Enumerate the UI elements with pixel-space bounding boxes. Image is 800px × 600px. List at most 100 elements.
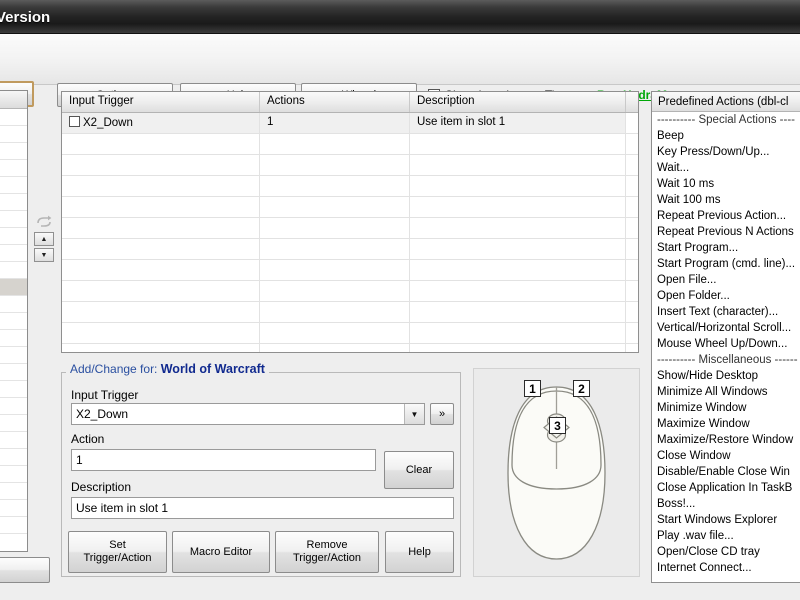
predefined-action-item[interactable]: Minimize Window: [652, 400, 800, 416]
predefined-action-item[interactable]: Beep: [652, 128, 800, 144]
predefined-action-item[interactable]: Disable/Enable Close Win: [652, 464, 800, 480]
cell-input-trigger[interactable]: [62, 197, 260, 217]
sidebar-scroll-controls[interactable]: ▲ ▼: [34, 212, 56, 274]
sidebar-item[interactable]: [0, 466, 27, 483]
predefined-action-item[interactable]: Open/Close CD tray: [652, 544, 800, 560]
cell-description[interactable]: [410, 218, 626, 238]
trigger-table[interactable]: Input Trigger Actions Description X2_Dow…: [61, 91, 639, 353]
table-row[interactable]: [62, 344, 638, 352]
row-checkbox-icon[interactable]: [69, 116, 80, 127]
column-header-actions[interactable]: Actions: [260, 92, 410, 112]
column-header-input-trigger[interactable]: Input Trigger: [62, 92, 260, 112]
cell-description[interactable]: [410, 155, 626, 175]
table-row[interactable]: [62, 302, 638, 323]
predefined-action-item[interactable]: Vertical/Horizontal Scroll...: [652, 320, 800, 336]
cell-actions[interactable]: 1: [260, 113, 410, 133]
sidebar-item[interactable]: [0, 126, 27, 143]
mouse-diagram-panel[interactable]: 1 2 3: [473, 368, 640, 577]
cell-input-trigger[interactable]: [62, 134, 260, 154]
predefined-action-item[interactable]: Maximize Window: [652, 416, 800, 432]
remove-trigger-action-button[interactable]: Remove Trigger/Action: [275, 531, 379, 573]
sidebar-item[interactable]: [0, 228, 27, 245]
predefined-action-item[interactable]: Show/Hide Desktop: [652, 368, 800, 384]
sidebar-item[interactable]: [0, 381, 27, 398]
predefined-action-item[interactable]: Mouse Wheel Up/Down...: [652, 336, 800, 352]
mouse-button-3-badge[interactable]: 3: [549, 417, 566, 434]
cell-actions[interactable]: [260, 260, 410, 280]
cell-description[interactable]: [410, 134, 626, 154]
input-trigger-expand-button[interactable]: »: [430, 403, 454, 425]
predefined-action-item[interactable]: Minimize All Windows: [652, 384, 800, 400]
predefined-action-separator[interactable]: ---------- Miscellaneous ------: [652, 352, 800, 368]
sidebar-item[interactable]: [0, 177, 27, 194]
input-trigger-value[interactable]: X2_Down: [72, 407, 404, 421]
clear-button[interactable]: Clear: [384, 451, 454, 489]
cell-input-trigger[interactable]: [62, 260, 260, 280]
predefined-action-item[interactable]: Close Window: [652, 448, 800, 464]
table-row[interactable]: [62, 323, 638, 344]
set-trigger-action-button[interactable]: Set Trigger/Action: [68, 531, 167, 573]
sidebar-item[interactable]: [0, 109, 27, 126]
cell-input-trigger[interactable]: [62, 281, 260, 301]
profiles-sidebar[interactable]: er. ft: [0, 90, 28, 552]
sidebar-scroll-up-button[interactable]: ▲: [34, 232, 54, 246]
cell-input-trigger[interactable]: [62, 218, 260, 238]
table-row[interactable]: [62, 155, 638, 176]
table-row[interactable]: [62, 260, 638, 281]
table-row[interactable]: [62, 218, 638, 239]
cell-actions[interactable]: [260, 281, 410, 301]
cell-input-trigger[interactable]: [62, 239, 260, 259]
description-input[interactable]: Use item in slot 1: [71, 497, 454, 519]
table-row[interactable]: [62, 239, 638, 260]
cell-input-trigger[interactable]: [62, 344, 260, 352]
sidebar-item[interactable]: [0, 296, 27, 313]
sidebar-item[interactable]: [0, 415, 27, 432]
table-row[interactable]: [62, 281, 638, 302]
predefined-actions-list[interactable]: Predefined Actions (dbl-cl ---------- Sp…: [651, 91, 800, 583]
sidebar-item[interactable]: .: [0, 160, 27, 177]
cell-description[interactable]: [410, 197, 626, 217]
chevron-down-icon[interactable]: ▼: [404, 404, 424, 424]
predefined-action-item[interactable]: Start Program...: [652, 240, 800, 256]
cell-actions[interactable]: [260, 323, 410, 343]
action-input[interactable]: 1: [71, 449, 376, 471]
predefined-action-item[interactable]: Repeat Previous N Actions: [652, 224, 800, 240]
form-help-button[interactable]: Help: [385, 531, 454, 573]
predefined-action-item[interactable]: Repeat Previous Action...: [652, 208, 800, 224]
predefined-action-item[interactable]: Open File...: [652, 272, 800, 288]
predefined-action-item[interactable]: Wait...: [652, 160, 800, 176]
predefined-action-item[interactable]: Wait 100 ms: [652, 192, 800, 208]
predefined-action-item[interactable]: Open Folder...: [652, 288, 800, 304]
cell-actions[interactable]: [260, 344, 410, 352]
column-header-extra[interactable]: [626, 92, 638, 112]
cell-description[interactable]: [410, 281, 626, 301]
cell-description[interactable]: Use item in slot 1: [410, 113, 626, 133]
sidebar-item[interactable]: [0, 245, 27, 262]
predefined-action-item[interactable]: Boss!...: [652, 496, 800, 512]
profiles-sidebar-list[interactable]: er. ft: [0, 109, 27, 534]
cell-description[interactable]: [410, 344, 626, 352]
sidebar-bottom-button[interactable]: [0, 557, 50, 583]
predefined-action-item[interactable]: Play .wav file...: [652, 528, 800, 544]
cell-description[interactable]: [410, 302, 626, 322]
mouse-button-1-badge[interactable]: 1: [524, 380, 541, 397]
predefined-actions-items[interactable]: ---------- Special Actions ---- Beep Key P…: [652, 112, 800, 576]
predefined-action-item[interactable]: Internet Connect...: [652, 560, 800, 576]
cell-actions[interactable]: [260, 176, 410, 196]
sidebar-item[interactable]: ft: [0, 279, 27, 296]
macro-editor-button[interactable]: Macro Editor: [172, 531, 270, 573]
sidebar-scroll-down-button[interactable]: ▼: [34, 248, 54, 262]
predefined-action-item[interactable]: Maximize/Restore Window: [652, 432, 800, 448]
cell-description[interactable]: [410, 323, 626, 343]
sidebar-item[interactable]: [0, 449, 27, 466]
cell-actions[interactable]: [260, 134, 410, 154]
column-header-description[interactable]: Description: [410, 92, 626, 112]
cell-input-trigger[interactable]: [62, 155, 260, 175]
sidebar-item[interactable]: er: [0, 143, 27, 160]
predefined-action-item[interactable]: Start Program (cmd. line)...: [652, 256, 800, 272]
sidebar-item[interactable]: [0, 313, 27, 330]
table-row[interactable]: [62, 197, 638, 218]
sidebar-item[interactable]: [0, 483, 27, 500]
table-row[interactable]: [62, 176, 638, 197]
cell-input-trigger[interactable]: [62, 323, 260, 343]
